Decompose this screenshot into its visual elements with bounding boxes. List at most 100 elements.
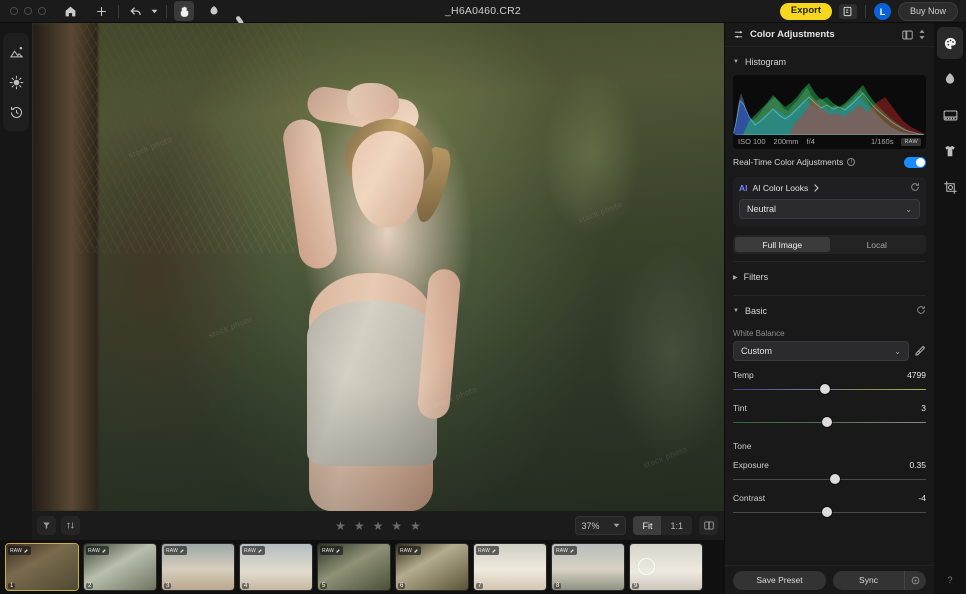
adjustments-icon xyxy=(734,31,743,38)
subject-right-arm xyxy=(416,267,462,421)
pencil-edit-icon xyxy=(414,549,418,553)
caret-down-icon: ▼ xyxy=(733,308,739,314)
avatar[interactable]: L xyxy=(873,3,891,20)
list-item[interactable]: RAW 8 xyxy=(551,543,625,591)
plus-icon[interactable] xyxy=(91,1,111,21)
sync-settings-icon[interactable] xyxy=(904,570,926,590)
raw-badge-label: RAW xyxy=(244,547,257,554)
section-header-filters[interactable]: ▶ Filters xyxy=(733,266,926,288)
panel-footer: Save Preset Sync xyxy=(725,565,934,594)
window-controls[interactable] xyxy=(0,7,46,15)
maximize-dot-icon[interactable] xyxy=(38,7,46,15)
reset-icon[interactable] xyxy=(916,305,926,317)
exif-iso: ISO 100 xyxy=(738,137,766,146)
ai-preset-select[interactable]: Neutral ⌄ xyxy=(739,199,920,219)
star-3[interactable]: ★ xyxy=(373,520,384,532)
list-item[interactable]: RAW 5 xyxy=(317,543,391,591)
slider-contrast[interactable]: Contrast -4 xyxy=(733,493,926,517)
film-icon[interactable] xyxy=(937,99,963,131)
slider-tint[interactable]: Tint 3 xyxy=(733,403,926,427)
clothing-icon[interactable] xyxy=(937,135,963,167)
panel-body[interactable]: ▼ Histogram ISO 100 200mm f/4 1/160s RAW xyxy=(725,47,934,565)
exif-focal-length: 200mm xyxy=(773,137,799,146)
app-window: _H6A0460.CR2 Export L Buy Now ★ ★ ★ ★ ★ … xyxy=(0,0,966,594)
list-item[interactable]: RAW 4 xyxy=(239,543,313,591)
exif-format-tag: RAW xyxy=(901,137,921,146)
list-item[interactable]: RAW 3 xyxy=(161,543,235,591)
home-icon[interactable] xyxy=(60,1,80,21)
thumbnail-number: 3 xyxy=(164,583,172,589)
export-button[interactable]: Export xyxy=(779,3,832,20)
crop-icon[interactable] xyxy=(937,171,963,203)
help-icon[interactable]: ? xyxy=(937,570,963,590)
thumbnail-number: 2 xyxy=(86,583,94,589)
chevron-right-icon[interactable] xyxy=(813,184,820,192)
eraser-icon[interactable] xyxy=(234,1,254,25)
tab-local[interactable]: Local xyxy=(830,237,925,252)
slider-label: Temp xyxy=(733,370,754,380)
history-icon[interactable] xyxy=(3,97,29,127)
undo-icon[interactable] xyxy=(126,1,146,21)
photo-subject xyxy=(247,43,517,511)
slider-knob[interactable] xyxy=(829,474,840,484)
image-canvas[interactable]: stock photo stock photo stock photo stoc… xyxy=(32,23,724,511)
palette-icon[interactable] xyxy=(937,27,963,59)
list-item[interactable]: RAW 7 xyxy=(473,543,547,591)
slider-temp[interactable]: Temp 4799 xyxy=(733,370,926,394)
white-balance-select[interactable]: Custom ⌄ xyxy=(733,341,909,361)
list-item[interactable]: RAW 1 xyxy=(5,543,79,591)
library-icon[interactable] xyxy=(3,37,29,67)
slider-value: -4 xyxy=(918,493,926,503)
slider-value: 3 xyxy=(921,403,926,413)
buy-now-button[interactable]: Buy Now xyxy=(897,2,958,21)
sync-button[interactable]: Sync xyxy=(833,571,904,590)
section-header-basic[interactable]: ▼ Basic xyxy=(733,300,926,322)
star-5[interactable]: ★ xyxy=(410,520,421,532)
list-item[interactable]: 9 xyxy=(629,543,703,591)
tab-full-image[interactable]: Full Image xyxy=(735,237,830,252)
panel-layout-icon[interactable] xyxy=(902,30,913,40)
minimize-dot-icon[interactable] xyxy=(24,7,32,15)
rating-stars[interactable]: ★ ★ ★ ★ ★ xyxy=(32,520,724,532)
slider-knob[interactable] xyxy=(819,384,830,394)
export-document-icon[interactable] xyxy=(838,4,857,19)
hand-icon[interactable] xyxy=(174,1,194,21)
ai-color-looks-title[interactable]: AI Color Looks xyxy=(753,183,809,193)
info-icon[interactable]: i xyxy=(847,158,856,166)
reset-icon[interactable] xyxy=(910,182,920,194)
titlebar-actions: Export L Buy Now xyxy=(779,0,958,23)
realtime-toggle[interactable] xyxy=(904,156,926,168)
scope-tabs[interactable]: Full Image Local xyxy=(733,235,926,254)
dodge-tool-icon[interactable] xyxy=(204,1,224,21)
list-item[interactable]: RAW 2 xyxy=(83,543,157,591)
slider-exposure[interactable]: Exposure 0.35 xyxy=(733,460,926,484)
left-rail xyxy=(0,23,32,594)
pencil-edit-icon xyxy=(336,549,340,553)
filmstrip[interactable]: RAW 1 RAW 2 RAW 3 RAW 4 RAW 5 RAW 6 RAW … xyxy=(0,540,724,594)
slider-knob[interactable] xyxy=(821,507,832,517)
slider-label: Tint xyxy=(733,403,747,413)
star-1[interactable]: ★ xyxy=(335,520,346,532)
slider-knob[interactable] xyxy=(821,417,832,427)
sync-group: Sync xyxy=(833,570,926,590)
subject-forearm xyxy=(280,117,340,271)
section-header-histogram[interactable]: ▼ Histogram xyxy=(733,51,926,73)
portrait-icon[interactable] xyxy=(937,63,963,95)
raw-badge: RAW xyxy=(554,546,578,555)
up-down-chevron-icon[interactable] xyxy=(918,29,926,40)
star-2[interactable]: ★ xyxy=(354,520,365,532)
pencil-edit-icon xyxy=(570,549,574,553)
thumbnail-number: 8 xyxy=(554,583,562,589)
eyedropper-icon[interactable] xyxy=(914,345,926,357)
star-4[interactable]: ★ xyxy=(391,520,402,532)
raw-badge-label: RAW xyxy=(400,547,413,554)
pencil-edit-icon xyxy=(180,549,184,553)
save-preset-button[interactable]: Save Preset xyxy=(733,570,826,590)
raw-badge-label: RAW xyxy=(10,547,23,554)
filmstrip-toolbar: ★ ★ ★ ★ ★ 37% Fit 1:1 xyxy=(32,511,724,540)
undo-chevron-down-icon[interactable] xyxy=(149,1,159,21)
list-item[interactable]: RAW 6 xyxy=(395,543,469,591)
close-dot-icon[interactable] xyxy=(10,7,18,15)
presets-icon[interactable] xyxy=(3,67,29,97)
raw-badge: RAW xyxy=(8,546,32,555)
